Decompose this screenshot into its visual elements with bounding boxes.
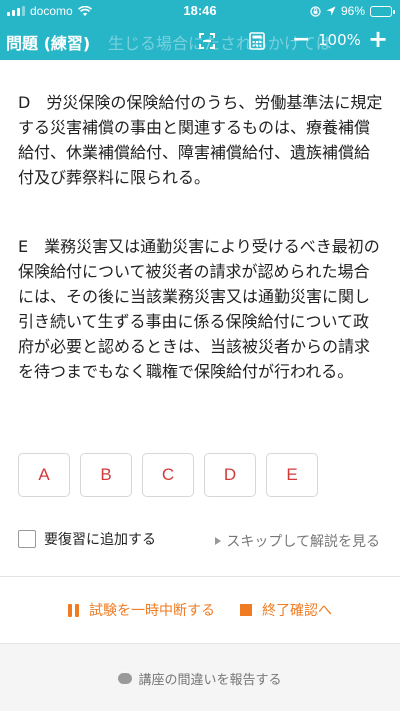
page-title: 問題 (練習) (6, 34, 91, 53)
end-confirm-button[interactable]: 終了確認へ (240, 600, 332, 620)
skip-label: スキップして解説を見る (226, 534, 380, 550)
app-header: 生じる場合にたされるかけては 問題 (練習) − 100% + (0, 22, 400, 60)
footer: 講座の間違いを報告する (0, 643, 400, 711)
zoom-out-button[interactable]: − (292, 28, 310, 52)
status-bar: docomo 18:46 96% (0, 0, 400, 22)
divider (0, 576, 400, 577)
pause-exam-button[interactable]: 試験を一時中断する (68, 600, 215, 620)
zoom-in-button[interactable]: + (368, 26, 388, 52)
answer-d-button[interactable]: D (204, 453, 256, 497)
play-arrow-icon (215, 537, 222, 545)
pause-label: 試験を一時中断する (89, 603, 215, 619)
review-checkbox[interactable] (18, 530, 36, 548)
skip-link[interactable]: スキップして解説を見る (215, 531, 380, 551)
answer-b-button[interactable]: B (80, 453, 132, 497)
answer-buttons: A B C D E (18, 453, 318, 497)
option-e-text: E 業務災害又は通勤災害により受けるべき最初の保険給付について被災者の請求が認め… (18, 237, 380, 381)
zoom-level: 100% (318, 31, 361, 49)
screen-lock-icon (310, 5, 321, 17)
review-label: 要復習に追加する (44, 532, 156, 548)
review-toggle[interactable]: 要復習に追加する (18, 529, 156, 549)
answer-e-button[interactable]: E (266, 453, 318, 497)
status-right: 96% (310, 4, 395, 18)
pause-icon (68, 603, 79, 617)
battery-icon (370, 5, 395, 17)
report-label: 講座の間違いを報告する (138, 673, 282, 688)
answer-c-button[interactable]: C (142, 453, 194, 497)
calculator-icon[interactable] (244, 28, 270, 54)
fit-screen-icon[interactable] (194, 28, 220, 54)
end-label: 終了確認へ (262, 603, 332, 619)
report-error-link[interactable]: 講座の間違いを報告する (0, 668, 400, 688)
location-icon (326, 6, 336, 16)
option-d-text: D 労災保険の保険給付のうち、労働基準法に規定する災害補償の事由と関連するものは… (18, 93, 383, 187)
answer-a-button[interactable]: A (18, 453, 70, 497)
battery-percent: 96% (340, 4, 365, 18)
chat-bubble-icon (118, 668, 133, 684)
stop-icon (240, 604, 252, 616)
